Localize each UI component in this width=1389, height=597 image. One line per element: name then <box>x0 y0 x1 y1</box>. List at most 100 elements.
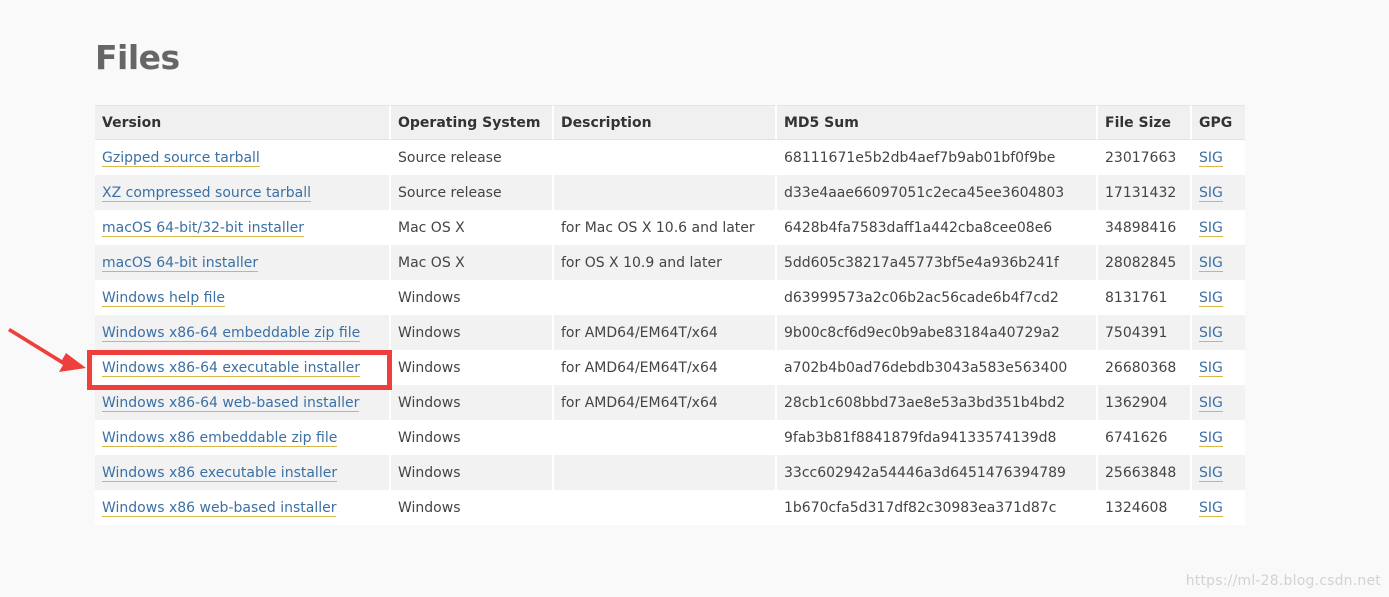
table-row: Windows x86 executable installer Windows… <box>95 455 1245 490</box>
description-cell: for AMD64/EM64T/x64 <box>554 315 777 350</box>
os-cell: Windows <box>391 315 554 350</box>
arrow-right-icon <box>8 328 86 372</box>
md5-cell: 28cb1c608bbd73ae8e53a3bd351b4bd2 <box>777 385 1098 420</box>
file-size-cell: 1324608 <box>1098 490 1192 525</box>
os-cell: Source release <box>391 140 554 175</box>
sig-link[interactable]: SIG <box>1199 219 1223 237</box>
md5-cell: 6428b4fa7583daff1a442cba8cee08e6 <box>777 210 1098 245</box>
os-cell: Windows <box>391 490 554 525</box>
description-cell <box>554 140 777 175</box>
header-version: Version <box>95 105 391 140</box>
version-download-link[interactable]: XZ compressed source tarball <box>102 184 312 202</box>
md5-cell: 9b00c8cf6d9ec0b9abe83184a40729a2 <box>777 315 1098 350</box>
gpg-cell: SIG <box>1192 455 1245 490</box>
version-cell: XZ compressed source tarball <box>95 175 391 210</box>
sig-link[interactable]: SIG <box>1199 254 1223 272</box>
table-row: macOS 64-bit/32-bit installer Mac OS X f… <box>95 210 1245 245</box>
header-description: Description <box>554 105 777 140</box>
gpg-cell: SIG <box>1192 350 1245 385</box>
gpg-cell: SIG <box>1192 245 1245 280</box>
version-cell: Windows x86 embeddable zip file <box>95 420 391 455</box>
description-cell <box>554 420 777 455</box>
md5-cell: 9fab3b81f8841879fda94133574139d8 <box>777 420 1098 455</box>
version-download-link[interactable]: Windows x86 embeddable zip file <box>102 429 338 447</box>
version-download-link[interactable]: Windows x86 web-based installer <box>102 499 337 517</box>
os-cell: Windows <box>391 455 554 490</box>
version-download-link[interactable]: Gzipped source tarball <box>102 149 260 167</box>
sig-link[interactable]: SIG <box>1199 429 1223 447</box>
version-cell: Windows x86-64 web-based installer <box>95 385 391 420</box>
version-cell: macOS 64-bit installer <box>95 245 391 280</box>
gpg-cell: SIG <box>1192 175 1245 210</box>
table-row: Windows help file Windows d63999573a2c06… <box>95 280 1245 315</box>
table-row: XZ compressed source tarball Source rele… <box>95 175 1245 210</box>
sig-link[interactable]: SIG <box>1199 359 1223 377</box>
version-download-link[interactable]: Windows x86-64 web-based installer <box>102 394 360 412</box>
file-size-cell: 34898416 <box>1098 210 1192 245</box>
sig-link[interactable]: SIG <box>1199 499 1223 517</box>
version-download-link[interactable]: Windows x86 executable installer <box>102 464 338 482</box>
sig-link[interactable]: SIG <box>1199 289 1223 307</box>
description-cell: for AMD64/EM64T/x64 <box>554 385 777 420</box>
version-download-link[interactable]: macOS 64-bit/32-bit installer <box>102 219 304 237</box>
table-row: Windows x86-64 executable installer Wind… <box>95 350 1245 385</box>
page-title: Files <box>95 38 180 77</box>
os-cell: Mac OS X <box>391 245 554 280</box>
sig-link[interactable]: SIG <box>1199 149 1223 167</box>
table-row: Windows x86 web-based installer Windows … <box>95 490 1245 525</box>
file-size-cell: 28082845 <box>1098 245 1192 280</box>
gpg-cell: SIG <box>1192 490 1245 525</box>
md5-cell: 1b670cfa5d317df82c30983ea371d87c <box>777 490 1098 525</box>
md5-cell: 5dd605c38217a45773bf5e4a936b241f <box>777 245 1098 280</box>
table-row: Gzipped source tarball Source release 68… <box>95 140 1245 175</box>
os-cell: Windows <box>391 280 554 315</box>
version-download-link[interactable]: Windows help file <box>102 289 225 307</box>
file-size-cell: 7504391 <box>1098 315 1192 350</box>
os-cell: Source release <box>391 175 554 210</box>
os-cell: Windows <box>391 420 554 455</box>
os-cell: Windows <box>391 350 554 385</box>
table-header-row: Version Operating System Description MD5… <box>95 105 1245 140</box>
table-row: Windows x86 embeddable zip file Windows … <box>95 420 1245 455</box>
sig-link[interactable]: SIG <box>1199 184 1223 202</box>
header-operating-system: Operating System <box>391 105 554 140</box>
header-file-size: File Size <box>1098 105 1192 140</box>
md5-cell: 68111671e5b2db4aef7b9ab01bf0f9be <box>777 140 1098 175</box>
md5-cell: d33e4aae66097051c2eca45ee3604803 <box>777 175 1098 210</box>
file-size-cell: 25663848 <box>1098 455 1192 490</box>
header-md5-sum: MD5 Sum <box>777 105 1098 140</box>
header-gpg: GPG <box>1192 105 1245 140</box>
description-cell: for Mac OS X 10.6 and later <box>554 210 777 245</box>
description-cell <box>554 280 777 315</box>
version-cell: Windows x86 executable installer <box>95 455 391 490</box>
md5-cell: d63999573a2c06b2ac56cade6b4f7cd2 <box>777 280 1098 315</box>
md5-cell: 33cc602942a54446a3d6451476394789 <box>777 455 1098 490</box>
description-cell: for AMD64/EM64T/x64 <box>554 350 777 385</box>
version-cell: Windows x86-64 executable installer <box>95 350 391 385</box>
file-size-cell: 6741626 <box>1098 420 1192 455</box>
file-size-cell: 26680368 <box>1098 350 1192 385</box>
sig-link[interactable]: SIG <box>1199 394 1223 412</box>
gpg-cell: SIG <box>1192 280 1245 315</box>
table-row: Windows x86-64 web-based installer Windo… <box>95 385 1245 420</box>
gpg-cell: SIG <box>1192 315 1245 350</box>
version-download-link[interactable]: Windows x86-64 embeddable zip file <box>102 324 361 342</box>
description-cell <box>554 490 777 525</box>
gpg-cell: SIG <box>1192 140 1245 175</box>
sig-link[interactable]: SIG <box>1199 464 1223 482</box>
file-size-cell: 8131761 <box>1098 280 1192 315</box>
file-size-cell: 1362904 <box>1098 385 1192 420</box>
gpg-cell: SIG <box>1192 420 1245 455</box>
description-cell: for OS X 10.9 and later <box>554 245 777 280</box>
version-cell: macOS 64-bit/32-bit installer <box>95 210 391 245</box>
version-download-link[interactable]: macOS 64-bit installer <box>102 254 259 272</box>
md5-cell: a702b4b0ad76debdb3043a583e563400 <box>777 350 1098 385</box>
files-table: Version Operating System Description MD5… <box>95 105 1245 525</box>
os-cell: Windows <box>391 385 554 420</box>
file-size-cell: 17131432 <box>1098 175 1192 210</box>
sig-link[interactable]: SIG <box>1199 324 1223 342</box>
version-download-link[interactable]: Windows x86-64 executable installer <box>102 359 360 377</box>
table-row: Windows x86-64 embeddable zip file Windo… <box>95 315 1245 350</box>
version-cell: Windows x86 web-based installer <box>95 490 391 525</box>
version-cell: Gzipped source tarball <box>95 140 391 175</box>
